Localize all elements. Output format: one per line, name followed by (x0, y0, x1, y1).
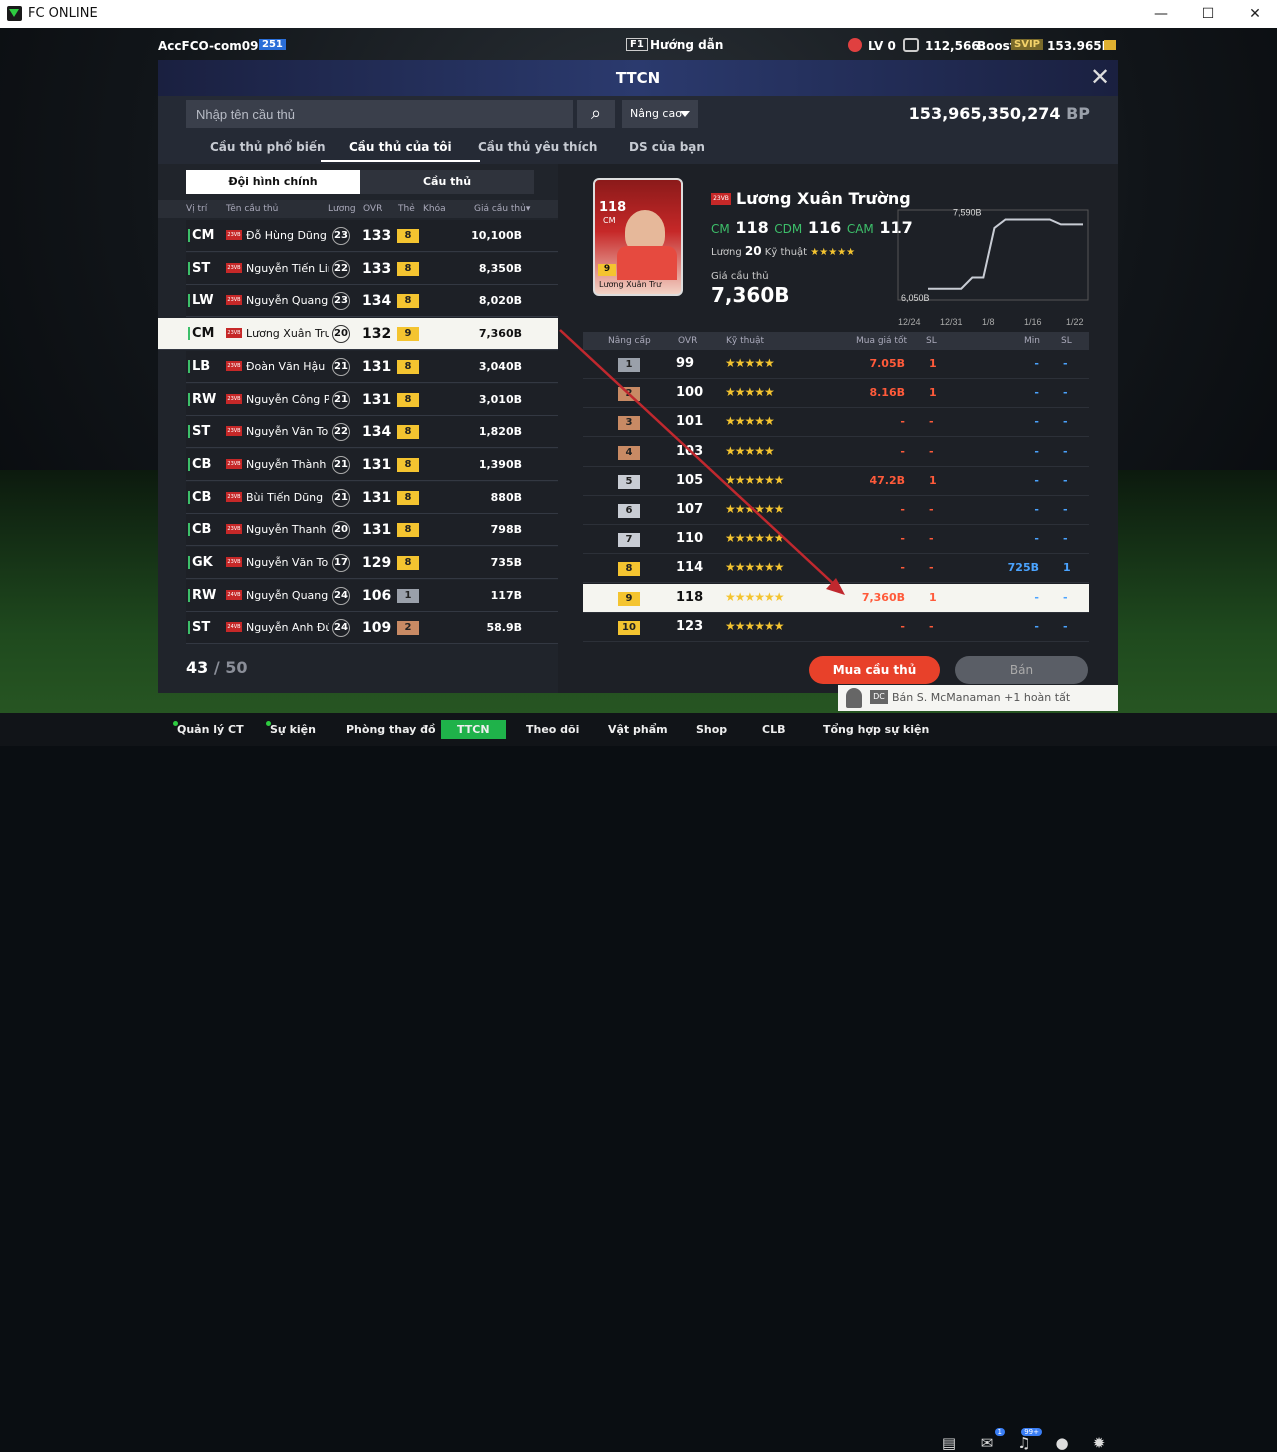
mail-icon[interactable]: ✉ 1 (977, 1428, 1005, 1452)
user-icon (846, 688, 862, 708)
new-dot-icon (173, 721, 178, 726)
nav-items[interactable]: Vật phẩm (608, 723, 668, 736)
bottom-nav: Quản lý CT Sự kiện Phòng thay đồ TTCN Th… (0, 713, 1277, 1452)
nav-label: Quản lý CT (177, 723, 244, 736)
nav-follow[interactable]: Theo dõi (526, 723, 579, 736)
chat-icon[interactable]: ▤ (939, 1434, 959, 1452)
nav-shop[interactable]: Shop (696, 723, 727, 736)
new-dot-icon (266, 721, 271, 726)
notification-toast: DC Bán S. McManaman +1 hoàn tất (838, 685, 1118, 711)
profile-icon[interactable]: ● (1052, 1434, 1072, 1452)
nav-manage-team[interactable]: Quản lý CT (173, 721, 244, 736)
alerts-count-badge: 99+ (1021, 1428, 1042, 1436)
nav-locker-room[interactable]: Phòng thay đồ (346, 723, 436, 736)
nav-ttcn[interactable]: TTCN (441, 720, 506, 739)
nav-club[interactable]: CLB (762, 723, 785, 736)
mail-count-badge: 1 (994, 1428, 1005, 1436)
nav-label: Sự kiện (270, 723, 316, 736)
notification-tag: DC (870, 690, 888, 704)
settings-gear-icon[interactable]: ✹ (1089, 1434, 1109, 1452)
annotation-arrow (559, 329, 845, 595)
notification-text: Bán S. McManaman +1 hoàn tất (892, 691, 1071, 704)
bell-icon[interactable]: ♫ 99+ (1014, 1428, 1042, 1452)
nav-events-summary[interactable]: Tổng hợp sự kiện (823, 723, 929, 736)
nav-events[interactable]: Sự kiện (266, 721, 316, 736)
